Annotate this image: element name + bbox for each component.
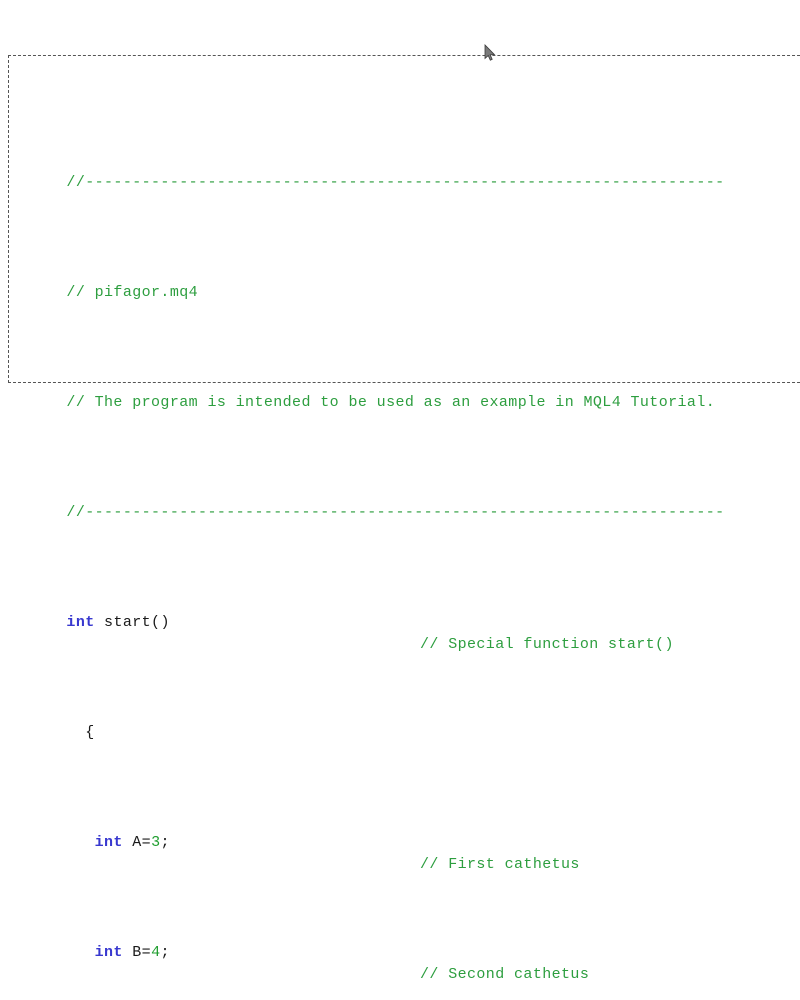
semicolon: ; (160, 944, 170, 961)
identifier-start: start() (94, 614, 170, 631)
semicolon: ; (160, 834, 170, 851)
keyword-int: int (66, 944, 123, 961)
code-text: //--------------------------------------… (66, 174, 725, 191)
code-line[interactable]: //--------------------------------------… (10, 480, 800, 521)
code-line[interactable]: { (10, 700, 800, 741)
code-text: // pifagor.mq4 (66, 284, 199, 301)
number-literal: 3 (151, 834, 161, 851)
code-line[interactable]: //--------------------------------------… (10, 150, 800, 191)
code-line[interactable]: // pifagor.mq4 (10, 260, 800, 301)
code-text: { (66, 724, 95, 741)
screenshot-root: //--------------------------------------… (0, 0, 800, 983)
code-text: // The program is intended to be used as… (66, 394, 716, 411)
identifier-b: B= (122, 944, 152, 961)
code-line[interactable]: int start() // Special function start() (10, 590, 800, 653)
code-line[interactable]: // The program is intended to be used as… (10, 370, 800, 411)
keyword-int: int (66, 614, 95, 631)
code-line[interactable]: int A=3; // First cathetus (10, 810, 800, 873)
number-literal: 4 (151, 944, 161, 961)
code-editor-content[interactable]: //--------------------------------------… (10, 62, 800, 1000)
identifier-a: A= (122, 834, 152, 851)
inline-comment: // Special function start() (420, 636, 674, 653)
code-text: //--------------------------------------… (66, 504, 725, 521)
code-line[interactable]: int B=4; // Second cathetus (10, 920, 800, 983)
inline-comment: // First cathetus (420, 856, 580, 873)
inline-comment: // Second cathetus (420, 966, 590, 983)
keyword-int: int (66, 834, 123, 851)
